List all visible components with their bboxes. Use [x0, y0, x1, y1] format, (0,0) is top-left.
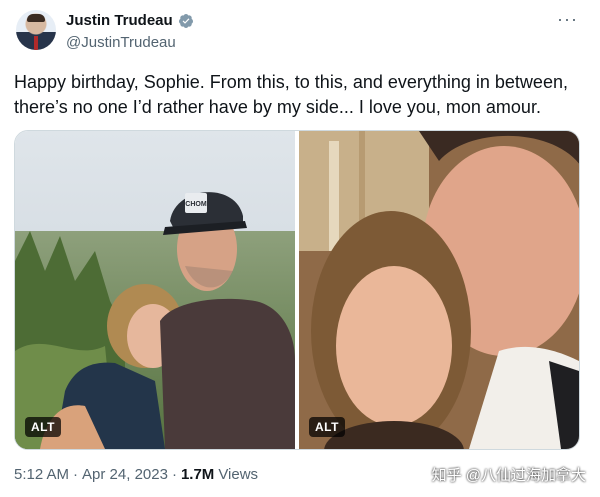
- meta-separator: ·: [171, 466, 177, 483]
- verified-badge-icon: [178, 13, 193, 28]
- photo-indoor-selfie[interactable]: ALT: [299, 131, 579, 449]
- views-label: Views: [218, 466, 259, 483]
- author-avatar[interactable]: [16, 10, 56, 50]
- tweet-text: Happy birthday, Sophie. From this, to th…: [14, 72, 568, 117]
- tweet-time[interactable]: 5:12 AM: [14, 466, 69, 483]
- tweet-meta: 5:12 AM · Apr 24, 2023 · 1.7M Views: [14, 466, 258, 483]
- media-grid: CHOM ALT ALT: [14, 130, 580, 450]
- photo-outdoor-image: CHOM: [15, 131, 295, 449]
- avatar-tie: [34, 36, 38, 50]
- meta-separator: ·: [73, 466, 79, 483]
- avatar-hair: [27, 14, 45, 22]
- author-handle[interactable]: @JustinTrudeau: [66, 34, 176, 51]
- photo-indoor-image: [299, 131, 579, 449]
- author-name-line: Justin Trudeau: [66, 12, 194, 29]
- alt-badge-left[interactable]: ALT: [25, 417, 61, 437]
- views-count[interactable]: 1.7M: [181, 466, 214, 483]
- tweet-card: Justin Trudeau @JustinTrudeau ··· Happy …: [0, 0, 600, 497]
- watermark: 知乎 @八仙过海加拿大: [431, 467, 586, 484]
- alt-badge-right[interactable]: ALT: [309, 417, 345, 437]
- cap-logo-text: CHOM: [185, 201, 207, 208]
- more-options-icon[interactable]: ···: [557, 10, 578, 28]
- tweet-date[interactable]: Apr 24, 2023: [82, 466, 168, 483]
- photo-outdoor-selfie[interactable]: CHOM ALT: [15, 131, 295, 449]
- author-display-name[interactable]: Justin Trudeau: [66, 12, 173, 29]
